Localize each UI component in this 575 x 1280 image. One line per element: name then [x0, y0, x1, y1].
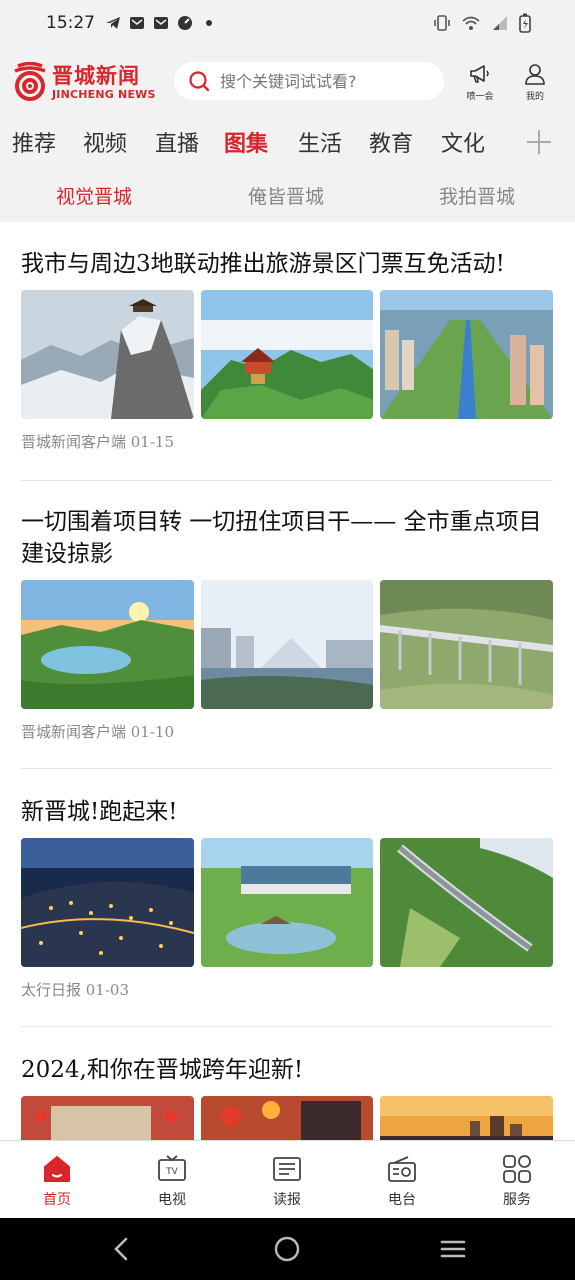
vibrate-icon	[433, 14, 451, 36]
search-input[interactable]	[218, 70, 442, 92]
app-header: 晋城新闻 JINCHENG NEWS 喷一会 我的	[0, 46, 575, 116]
tab-culture[interactable]: 文化	[441, 126, 485, 158]
wifi-icon	[461, 14, 481, 36]
megaphone-icon	[470, 65, 489, 83]
article-image[interactable]	[21, 580, 194, 709]
dot-icon	[201, 15, 217, 31]
article-image[interactable]	[200, 290, 374, 419]
tab-education[interactable]: 教育	[369, 126, 413, 158]
radio-icon	[388, 1156, 416, 1182]
subtab-an-jie-jincheng[interactable]: 俺皆晋城	[248, 182, 324, 209]
nav-home[interactable]: 首页	[22, 1153, 92, 1209]
article-meta: 晋城新闻客户端 01-15	[21, 433, 175, 451]
app-logo[interactable]: 晋城新闻 JINCHENG NEWS	[12, 62, 156, 102]
profile-label: 我的	[525, 92, 544, 102]
services-icon	[503, 1155, 531, 1183]
back-icon[interactable]	[108, 1235, 136, 1263]
subtab-visual-jincheng[interactable]: 视觉晋城	[56, 182, 132, 209]
logo-english-text: JINCHENG NEWS	[52, 87, 156, 101]
article-images	[21, 290, 554, 419]
article-card[interactable]: 2024,和你在晋城跨年迎新!	[21, 1054, 554, 1140]
logo-mark-icon	[14, 62, 46, 101]
tab-life[interactable]: 生活	[298, 126, 342, 158]
nav-newspaper-label: 读报	[273, 1192, 301, 1208]
article-image[interactable]	[21, 838, 194, 967]
shout-label: 喷一会	[466, 92, 494, 102]
article-meta: 晋城新闻客户端 01-10	[21, 723, 175, 741]
add-channel-icon[interactable]	[525, 128, 553, 156]
article-image[interactable]	[200, 580, 374, 709]
search-bar[interactable]	[174, 62, 444, 100]
article-feed: 我市与周边3地联动推出旅游景区门票互免活动! 晋城新闻客户端 01-15 一切围…	[0, 222, 575, 1140]
nav-services[interactable]: 服务	[482, 1153, 552, 1209]
nav-home-label: 首页	[43, 1192, 71, 1208]
gallery-subtabs: 视觉晋城 俺皆晋城 我拍晋城	[0, 170, 575, 222]
battery-icon	[519, 13, 531, 37]
article-image[interactable]	[21, 1096, 194, 1140]
article-card[interactable]: 我市与周边3地联动推出旅游景区门票互免活动! 晋城新闻客户端 01-15	[21, 248, 554, 452]
article-title: 新晋城!跑起来!	[21, 799, 178, 825]
tab-live[interactable]: 直播	[155, 126, 199, 158]
newspaper-icon	[273, 1157, 301, 1181]
tv-icon: TV	[158, 1155, 186, 1181]
svg-text:TV: TV	[165, 1167, 178, 1177]
system-navigation-bar	[0, 1218, 575, 1280]
article-image[interactable]	[380, 580, 554, 709]
home-icon	[44, 1156, 70, 1182]
article-card[interactable]: 一切围着项目转 一切扭住项目干—— 全市重点项目建设掠影 晋城新闻客户端 01-…	[21, 506, 554, 742]
nav-tv[interactable]: TV 电视	[137, 1153, 207, 1209]
mail-icon	[129, 15, 145, 31]
article-image[interactable]	[380, 838, 554, 967]
tab-gallery[interactable]: 图集	[224, 126, 268, 158]
article-image[interactable]	[21, 290, 194, 419]
article-title: 一切围着项目转 一切扭住项目干—— 全市重点项目建设掠影	[21, 509, 542, 567]
nav-radio[interactable]: 电台	[367, 1153, 437, 1209]
telegram-icon	[105, 15, 121, 31]
mail-icon	[153, 15, 169, 31]
article-images	[21, 580, 554, 709]
home-circle-icon[interactable]	[273, 1235, 301, 1263]
search-icon	[189, 71, 210, 92]
status-time: 15:27	[46, 13, 95, 33]
article-card[interactable]: 新晋城!跑起来! 太行日报 01-03	[21, 796, 554, 1000]
shout-button[interactable]: 喷一会	[460, 62, 500, 102]
article-title: 我市与周边3地联动推出旅游景区门票互免活动!	[21, 251, 505, 277]
nav-newspaper[interactable]: 读报	[252, 1153, 322, 1209]
nav-services-label: 服务	[503, 1192, 531, 1208]
profile-button[interactable]: 我的	[515, 62, 555, 102]
tab-recommend[interactable]: 推荐	[12, 126, 56, 158]
user-icon	[525, 64, 545, 85]
divider	[21, 480, 553, 481]
article-image[interactable]	[380, 1096, 554, 1140]
nav-tv-label: 电视	[158, 1192, 186, 1208]
channel-tabs: 推荐 视频 直播 图集 生活 教育 文化	[0, 116, 575, 170]
subtab-i-shoot-jincheng[interactable]: 我拍晋城	[439, 182, 515, 209]
signal-icon	[491, 14, 509, 36]
bottom-navigation: 首页 TV 电视 读报 电台 服务	[0, 1140, 575, 1219]
status-bar: 15:27	[0, 0, 575, 46]
divider	[21, 768, 553, 769]
gauge-icon	[177, 15, 193, 31]
nav-radio-label: 电台	[388, 1192, 416, 1208]
article-images	[21, 838, 554, 967]
article-title: 2024,和你在晋城跨年迎新!	[21, 1057, 304, 1083]
logo-chinese-text: 晋城新闻	[52, 63, 140, 88]
article-images	[21, 1096, 554, 1140]
article-image[interactable]	[200, 838, 374, 967]
tab-video[interactable]: 视频	[83, 126, 127, 158]
article-image[interactable]	[380, 290, 554, 419]
menu-icon[interactable]	[439, 1235, 467, 1263]
article-image[interactable]	[200, 1096, 374, 1140]
article-meta: 太行日报 01-03	[21, 981, 130, 999]
divider	[21, 1026, 553, 1027]
